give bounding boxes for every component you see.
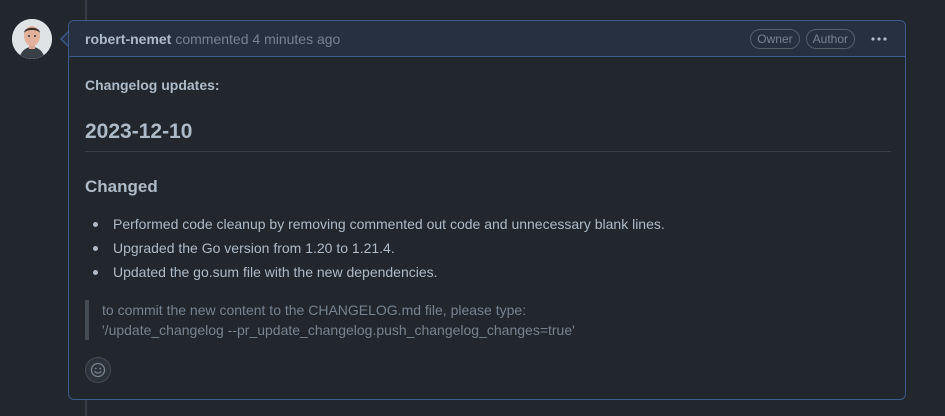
comment-header-actions: Owner Author (750, 28, 889, 49)
list-item: Updated the go.sum file with the new dep… (85, 263, 665, 287)
bullet-icon (93, 246, 98, 251)
comment-intro: Changelog updates: (85, 77, 220, 93)
list-item-text: Upgraded the Go version from 1.20 to 1.2… (113, 240, 395, 256)
kebab-horizontal-icon[interactable] (869, 30, 889, 48)
bullet-icon (93, 270, 98, 275)
list-item: Upgraded the Go version from 1.20 to 1.2… (85, 239, 665, 263)
author-badge: Author (805, 28, 855, 49)
instruction-quote: to commit the new content to the CHANGEL… (85, 300, 575, 340)
comment-header: robert-nemet commented 4 minutes ago Own… (69, 21, 905, 57)
author-link[interactable]: robert-nemet (85, 31, 171, 47)
changes-list: Performed code cleanup by removing comme… (85, 215, 665, 287)
smiley-icon (90, 362, 106, 378)
changelog-date-heading: 2023-12-10 (85, 120, 193, 143)
comment-box: robert-nemet commented 4 minutes ago Own… (68, 20, 906, 400)
changed-heading: Changed (85, 177, 158, 196)
quote-line: '/update_changelog --pr_update_changelog… (102, 322, 575, 338)
list-item-text: Performed code cleanup by removing comme… (113, 216, 665, 232)
avatar[interactable] (12, 19, 52, 59)
owner-badge: Owner (750, 28, 800, 49)
list-item: Performed code cleanup by removing comme… (85, 215, 665, 239)
add-reaction-button[interactable] (85, 357, 111, 383)
bullet-icon (93, 222, 98, 227)
list-item-text: Updated the go.sum file with the new dep… (113, 264, 438, 280)
heading-divider (85, 151, 891, 152)
quote-line: to commit the new content to the CHANGEL… (102, 302, 527, 318)
comment-timestamp[interactable]: commented 4 minutes ago (175, 31, 340, 47)
